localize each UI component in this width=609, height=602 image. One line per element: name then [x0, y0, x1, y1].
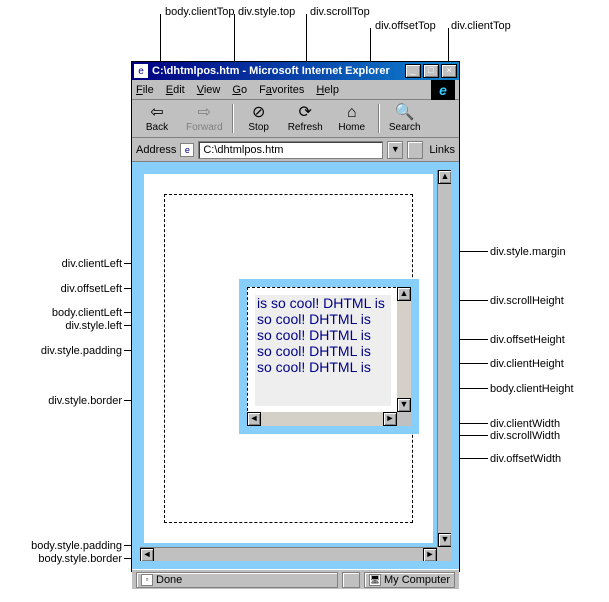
page-scroll-corner [437, 547, 451, 561]
ann-div-style-margin: div.style.margin [490, 246, 566, 258]
back-button[interactable]: ⇦ Back [134, 102, 180, 135]
home-label: Home [338, 122, 365, 133]
page-horizontal-scrollbar[interactable]: ◄ ► [140, 547, 437, 561]
menu-edit[interactable]: Edit [166, 84, 185, 96]
scroll-down-button[interactable]: ▼ [397, 398, 411, 412]
ann-div-scrollwidth: div.scrollWidth [490, 430, 560, 442]
ann-div-scrollheight: div.scrollHeight [490, 295, 564, 307]
window-title: C:\dhtmlpos.htm - Microsoft Internet Exp… [152, 65, 405, 77]
stop-button[interactable]: ⊘ Stop [236, 102, 282, 135]
ann-div-style-top: div.style.top [238, 6, 295, 18]
toolbar-separator [378, 104, 379, 133]
stop-icon: ⊘ [252, 104, 265, 122]
search-icon: 🔍 [395, 104, 415, 122]
ie-logo-icon: e [431, 80, 455, 100]
page-viewport: is so cool! DHTML is so cool! DHTML is s… [132, 162, 459, 569]
document-icon: e [180, 143, 194, 157]
ann-div-offsetheight: div.offsetHeight [490, 334, 565, 346]
address-label: Address [136, 144, 176, 156]
ie-window: e C:\dhtmlpos.htm - Microsoft Internet E… [131, 61, 460, 572]
ann-div-clienttop: div.clientTop [451, 20, 511, 32]
links-separator [407, 141, 423, 159]
address-input[interactable]: C:\dhtmlpos.htm [198, 141, 383, 159]
document-icon: ▫ [141, 574, 153, 586]
zone-cell: 🖥 My Computer [364, 572, 455, 588]
menu-favorites[interactable]: Favorites [259, 84, 304, 96]
ann-body-clientheight: body.clientHeight [490, 383, 574, 395]
forward-icon: ⇨ [198, 104, 211, 122]
ann-div-clientleft: div.clientLeft [38, 258, 122, 270]
refresh-label: Refresh [288, 122, 323, 133]
menu-file[interactable]: File [136, 84, 154, 96]
back-icon: ⇦ [150, 104, 163, 122]
scroll-up-button[interactable]: ▲ [397, 287, 411, 301]
menubar: File Edit View Go Favorites Help e [132, 80, 459, 100]
ann-div-style-padding: div.style.padding [18, 345, 122, 357]
ann-div-offsettop: div.offsetTop [375, 20, 436, 32]
ann-body-style-border: body.style.border [3, 553, 122, 565]
stop-label: Stop [248, 122, 269, 133]
div-vertical-scrollbar[interactable]: ▲ ▼ [397, 287, 411, 412]
status-spacer [342, 572, 360, 588]
ann-body-style-padding: body.style.padding [3, 540, 122, 552]
ann-div-style-left: div.style.left [48, 320, 122, 332]
ann-div-scrolltop: div.scrollTop [310, 6, 370, 18]
menu-go[interactable]: Go [232, 84, 247, 96]
status-bar: ▫ Done 🖥 My Computer [132, 569, 459, 589]
ann-div-clientheight: div.clientHeight [490, 358, 564, 370]
refresh-icon: ⟳ [298, 104, 311, 122]
links-label[interactable]: Links [429, 144, 455, 156]
minimize-button[interactable]: _ [405, 64, 421, 78]
div-content-text: is so cool! DHTML is so cool! DHTML is s… [255, 295, 391, 406]
home-button[interactable]: ⌂ Home [329, 102, 375, 135]
status-text: Done [156, 574, 182, 586]
forward-button[interactable]: ⇨ Forward [180, 102, 229, 135]
computer-icon: 🖥 [369, 574, 381, 586]
scroll-left-button[interactable]: ◄ [247, 412, 261, 426]
search-label: Search [389, 122, 421, 133]
back-label: Back [146, 122, 168, 133]
scroll-up-button[interactable]: ▲ [438, 170, 452, 184]
titlebar[interactable]: e C:\dhtmlpos.htm - Microsoft Internet E… [132, 62, 459, 80]
ann-div-offsetleft: div.offsetLeft [38, 283, 122, 295]
body-area: is so cool! DHTML is so cool! DHTML is s… [144, 174, 433, 543]
ie-app-icon: e [134, 64, 148, 78]
status-cell: ▫ Done [136, 572, 338, 588]
zone-text: My Computer [384, 574, 450, 586]
ann-div-offsetwidth: div.offsetWidth [490, 453, 561, 465]
address-bar: Address e C:\dhtmlpos.htm ▼ Links [132, 138, 459, 162]
ann-body-clienttop: body.clientTop [165, 6, 235, 18]
ann-div-style-border: div.style.border [28, 395, 122, 407]
div-scroll-corner [397, 412, 411, 426]
refresh-button[interactable]: ⟳ Refresh [282, 102, 329, 135]
page-vertical-scrollbar[interactable]: ▲ ▼ [437, 170, 451, 547]
scroll-right-button[interactable]: ► [383, 412, 397, 426]
toolbar: ⇦ Back ⇨ Forward ⊘ Stop ⟳ Refresh ⌂ Home… [132, 100, 459, 138]
close-button[interactable]: × [441, 64, 457, 78]
address-dropdown-button[interactable]: ▼ [387, 141, 403, 159]
forward-label: Forward [186, 122, 223, 133]
ann-div-clientwidth: div.clientWidth [490, 418, 560, 430]
menu-view[interactable]: View [197, 84, 221, 96]
home-icon: ⌂ [347, 104, 357, 122]
scroll-left-button[interactable]: ◄ [140, 548, 154, 562]
ann-body-clientleft: body.clientLeft [28, 307, 122, 319]
menu-help[interactable]: Help [316, 84, 339, 96]
demo-div: is so cool! DHTML is so cool! DHTML is s… [239, 279, 419, 434]
scroll-right-button[interactable]: ► [423, 548, 437, 562]
maximize-button[interactable]: □ [423, 64, 439, 78]
div-horizontal-scrollbar[interactable]: ◄ ► [247, 412, 397, 426]
scroll-down-button[interactable]: ▼ [438, 533, 452, 547]
search-button[interactable]: 🔍 Search [382, 102, 428, 135]
toolbar-separator [232, 104, 233, 133]
